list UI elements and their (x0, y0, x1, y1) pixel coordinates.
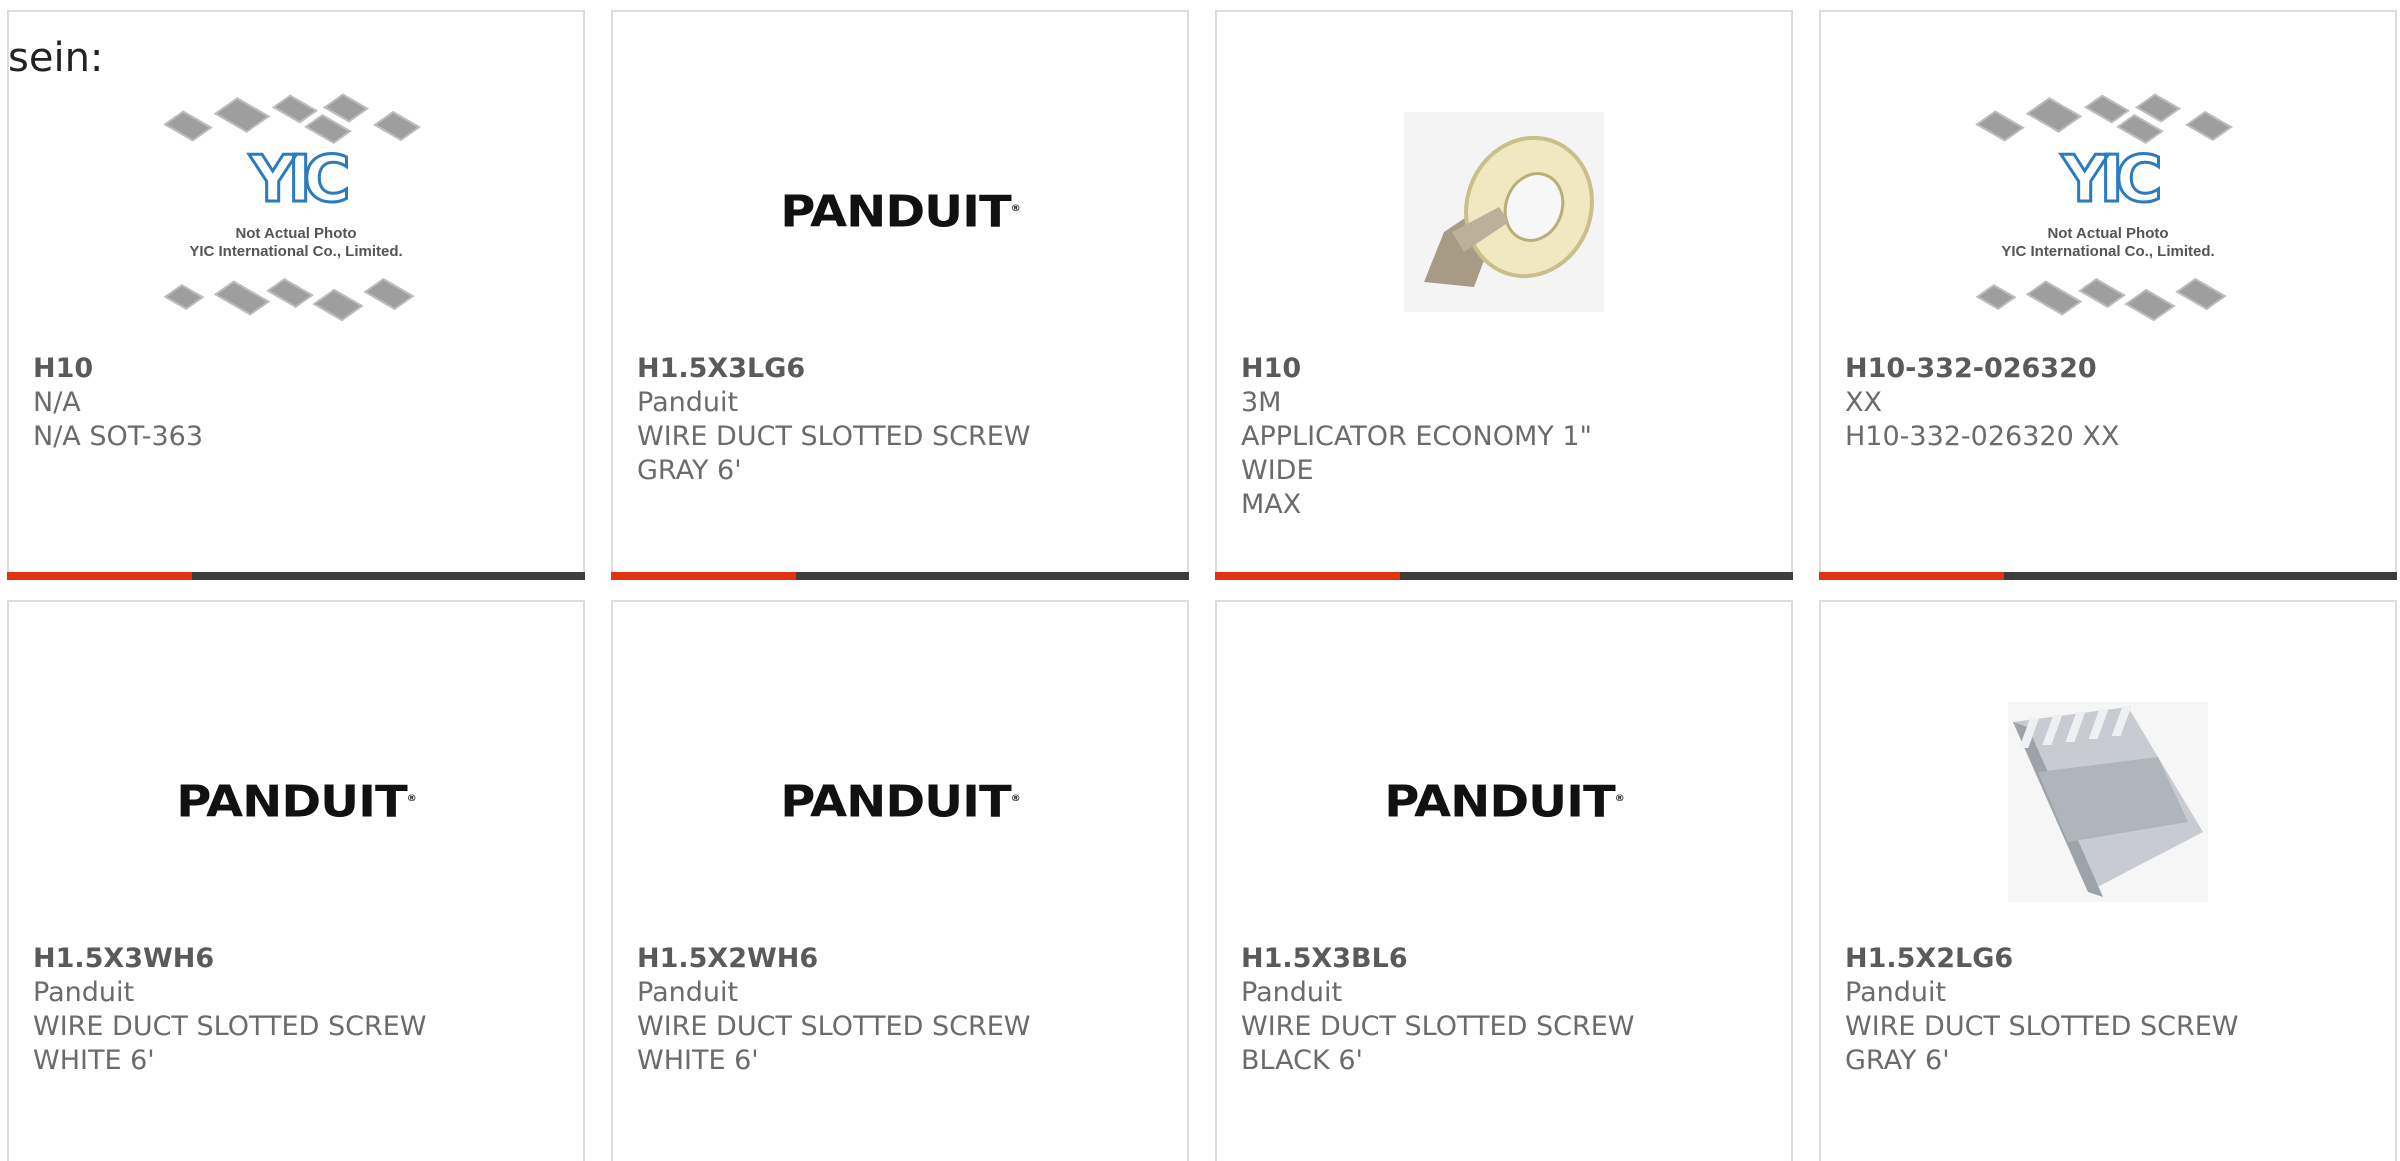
part-number: H10 (33, 353, 94, 384)
description: N/A SOT-363 (33, 421, 204, 452)
manufacturer: Panduit (637, 977, 739, 1008)
yic-logo: YIC (2060, 143, 2164, 217)
product-info: H1.5X3LG6 Panduit WIRE DUCT SLOTTED SCRE… (637, 352, 1057, 488)
product-image[interactable] (1821, 662, 2395, 942)
tape-dispenser-image (1404, 112, 1604, 312)
description: APPLICATOR ECONOMY 1" WIDE (1241, 421, 1592, 486)
description: WIRE DUCT SLOTTED SCREW (33, 1011, 427, 1042)
product-card[interactable]: PANDUIT® H1.5X3WH6 Panduit WIRE DUCT SLO… (7, 600, 585, 1161)
description: MAX (1241, 489, 1302, 520)
progress-bar (611, 572, 1189, 580)
product-info: H1.5X3WH6 Panduit WIRE DUCT SLOTTED SCRE… (33, 942, 453, 1078)
product-info: H10 N/A N/A SOT-363 (33, 352, 453, 454)
panduit-logo: PANDUIT® (1384, 776, 1625, 828)
product-card[interactable]: H1.5X2LG6 Panduit WIRE DUCT SLOTTED SCRE… (1819, 600, 2397, 1161)
description: WHITE 6' (637, 1045, 759, 1076)
description: WIRE DUCT SLOTTED SCREW (1241, 1011, 1635, 1042)
product-card[interactable]: PANDUIT® H1.5X3LG6 Panduit WIRE DUCT SLO… (611, 10, 1189, 580)
description: H10-332-026320 XX (1845, 421, 2120, 452)
product-info: H1.5X2LG6 Panduit WIRE DUCT SLOTTED SCRE… (1845, 942, 2265, 1078)
product-info: H1.5X2WH6 Panduit WIRE DUCT SLOTTED SCRE… (637, 942, 1057, 1078)
progress-bar (7, 572, 585, 580)
part-number: H1.5X3LG6 (637, 353, 806, 384)
product-image[interactable]: YIC Not Actual Photo YIC International C… (9, 72, 583, 352)
description: WIRE DUCT SLOTTED SCREW (1845, 1011, 2239, 1042)
product-image[interactable]: PANDUIT® (9, 662, 583, 942)
product-card[interactable]: YIC Not Actual Photo YIC International C… (1819, 10, 2397, 580)
product-image[interactable]: PANDUIT® (1217, 662, 1791, 942)
yic-note: Not Actual Photo YIC International Co., … (189, 225, 403, 260)
manufacturer: N/A (33, 387, 81, 418)
part-number: H10-332-026320 (1845, 353, 2097, 384)
product-image[interactable] (1217, 72, 1791, 352)
product-card[interactable]: YIC Not Actual Photo YIC International C… (7, 10, 585, 580)
product-info: H10 3M APPLICATOR ECONOMY 1" WIDE MAX (1241, 352, 1661, 522)
part-number: H1.5X2WH6 (637, 943, 819, 974)
yic-logo: YIC (248, 143, 352, 217)
description: GRAY 6' (1845, 1045, 1950, 1076)
manufacturer: Panduit (1241, 977, 1343, 1008)
product-info: H1.5X3BL6 Panduit WIRE DUCT SLOTTED SCRE… (1241, 942, 1661, 1078)
yic-placeholder-image: YIC Not Actual Photo YIC International C… (1973, 87, 2243, 337)
product-card[interactable]: PANDUIT® H1.5X2WH6 Panduit WIRE DUCT SLO… (611, 600, 1189, 1161)
product-card[interactable]: H10 3M APPLICATOR ECONOMY 1" WIDE MAX (1215, 10, 1793, 580)
wire-duct-image (2008, 702, 2208, 902)
product-card[interactable]: PANDUIT® H1.5X3BL6 Panduit WIRE DUCT SLO… (1215, 600, 1793, 1161)
description: WHITE 6' (33, 1045, 155, 1076)
yic-note: Not Actual Photo YIC International Co., … (2001, 225, 2215, 260)
manufacturer: XX (1845, 387, 1882, 418)
yic-placeholder-image: YIC Not Actual Photo YIC International C… (161, 87, 431, 337)
manufacturer: Panduit (637, 387, 739, 418)
panduit-logo: PANDUIT® (780, 776, 1021, 828)
part-number: H10 (1241, 353, 1302, 384)
progress-bar (1215, 572, 1793, 580)
panduit-logo: PANDUIT® (176, 776, 417, 828)
manufacturer: 3M (1241, 387, 1282, 418)
manufacturer: Panduit (33, 977, 135, 1008)
description: GRAY 6' (637, 455, 742, 486)
description: WIRE DUCT SLOTTED SCREW (637, 421, 1031, 452)
description: WIRE DUCT SLOTTED SCREW (637, 1011, 1031, 1042)
product-image[interactable]: PANDUIT® (613, 72, 1187, 352)
progress-bar (1819, 572, 2397, 580)
description: BLACK 6' (1241, 1045, 1363, 1076)
product-image[interactable]: PANDUIT® (613, 662, 1187, 942)
part-number: H1.5X3WH6 (33, 943, 215, 974)
product-info: H10-332-026320 XX H10-332-026320 XX (1845, 352, 2265, 454)
panduit-logo: PANDUIT® (780, 186, 1021, 238)
part-number: H1.5X3BL6 (1241, 943, 1408, 974)
manufacturer: Panduit (1845, 977, 1947, 1008)
part-number: H1.5X2LG6 (1845, 943, 2014, 974)
product-image[interactable]: YIC Not Actual Photo YIC International C… (1821, 72, 2395, 352)
